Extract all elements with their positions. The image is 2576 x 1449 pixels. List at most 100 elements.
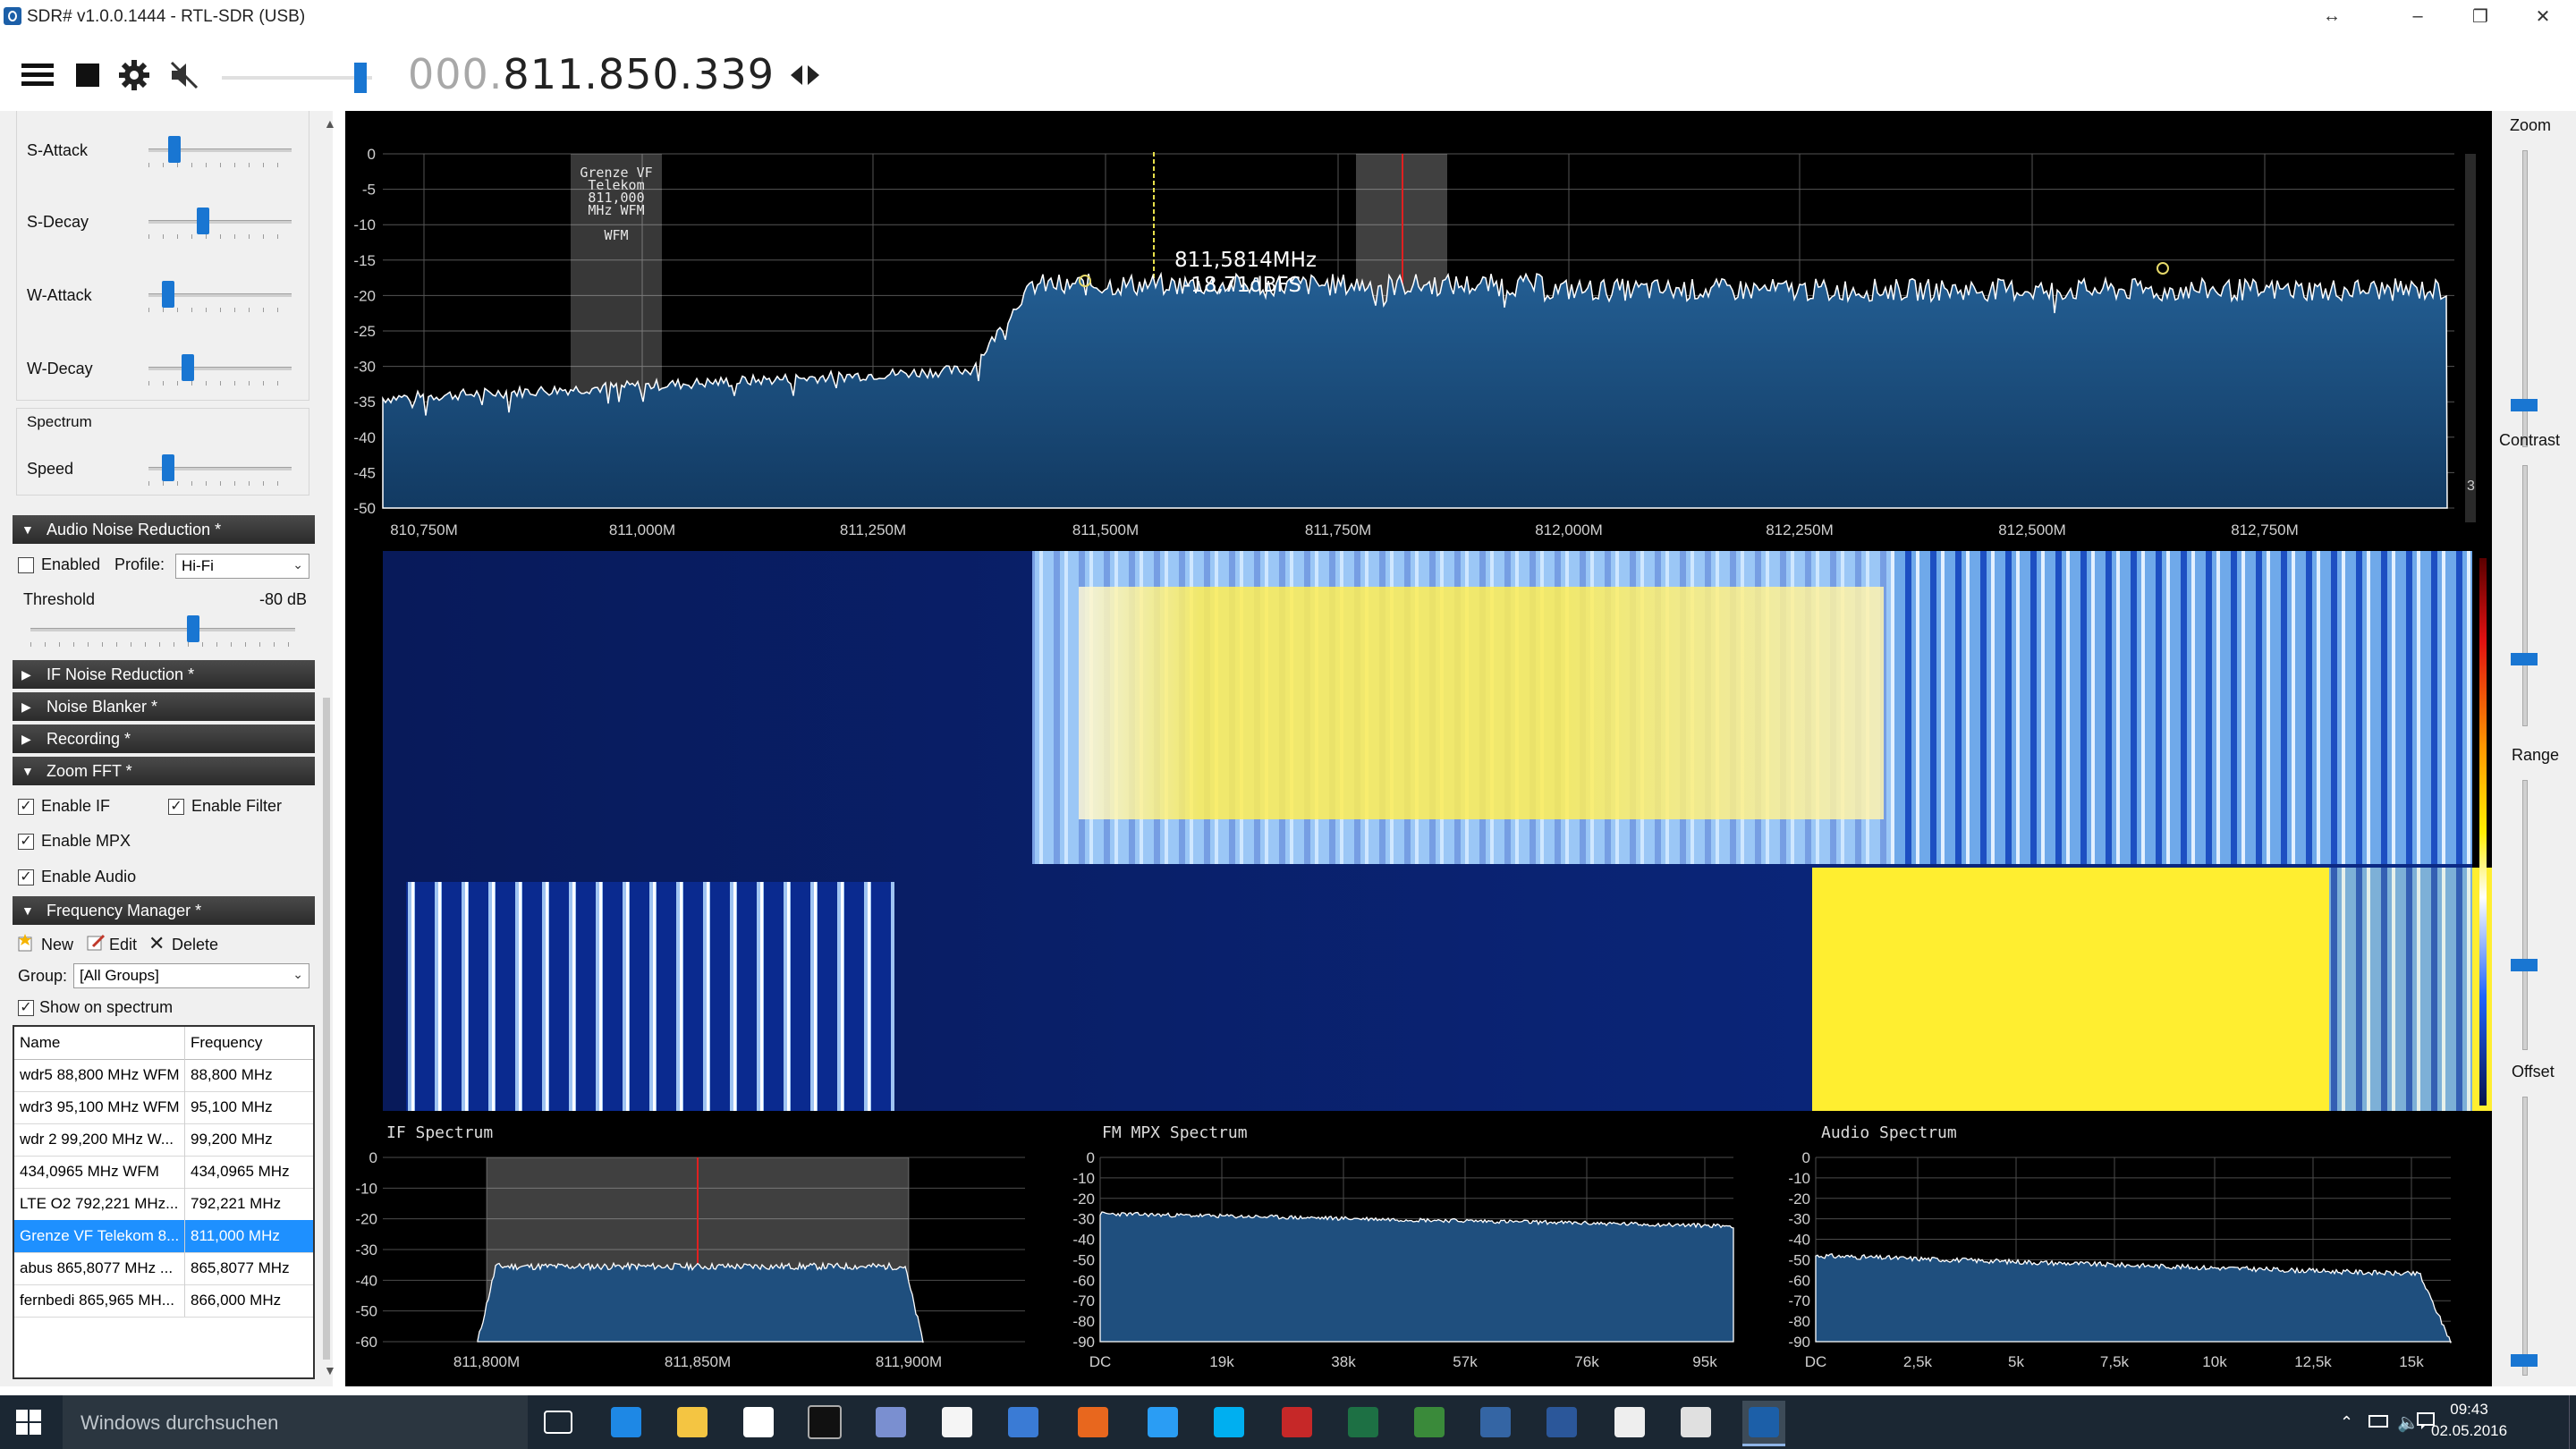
threshold-slider-thumb[interactable]: [186, 615, 199, 642]
menu-icon[interactable]: [20, 57, 55, 93]
table-row[interactable]: 434,0965 MHz WFM 434,0965 MHz: [14, 1156, 313, 1189]
spectrum-x-tick: 812,500M: [1998, 521, 2066, 538]
firefox-icon[interactable]: [1072, 1401, 1114, 1444]
range-slider-track[interactable]: [2522, 780, 2528, 1050]
scroll-down-icon[interactable]: ▼: [324, 1363, 336, 1377]
agc-slider-track[interactable]: [148, 220, 292, 224]
zoom-fft-header[interactable]: ▼ Zoom FFT *: [13, 757, 315, 785]
table-row[interactable]: fernbedi 865,965 MH... 866,000 MHz: [14, 1284, 313, 1318]
close-button[interactable]: ✕: [2512, 0, 2574, 32]
anr-enabled-checkbox[interactable]: [18, 557, 34, 573]
sdrsharp-taskbar-icon[interactable]: [1742, 1401, 1785, 1446]
pdf-reader-icon[interactable]: [1275, 1401, 1318, 1444]
stop-icon[interactable]: [70, 57, 106, 93]
tune-arrows-icon[interactable]: [787, 57, 823, 93]
scroll-up-icon[interactable]: ▲: [324, 116, 336, 131]
agc-slider-thumb[interactable]: [161, 281, 174, 308]
frequency-table: Name Frequency wdr5 88,800 MHz WFM 88,800…: [13, 1025, 315, 1379]
minimize-button[interactable]: –: [2386, 0, 2449, 32]
volume-slider-thumb[interactable]: [353, 63, 367, 93]
spectrum-scrollbar[interactable]: [2465, 154, 2476, 522]
volume-slider-track[interactable]: [222, 76, 372, 80]
table-row[interactable]: wdr 2 99,200 MHz W... 99,200 MHz: [14, 1123, 313, 1157]
agc-slider-thumb[interactable]: [181, 354, 194, 381]
table-row[interactable]: abus 865,8077 MHz ... 865,8077 MHz: [14, 1252, 313, 1285]
enable-audio-checkbox[interactable]: ✓: [18, 869, 34, 886]
table-row[interactable]: Grenze VF Telekom 8... 811,000 MHz: [14, 1220, 313, 1253]
internet-explorer-icon[interactable]: [1141, 1401, 1184, 1444]
task-view-icon[interactable]: [537, 1401, 580, 1444]
waterfall-display[interactable]: [345, 551, 2492, 1111]
panel-y-tick: -70: [1072, 1292, 1095, 1309]
tray-up-arrow-icon[interactable]: ⌃: [2340, 1413, 2353, 1432]
enable-mpx-checkbox[interactable]: ✓: [18, 834, 34, 850]
word-icon[interactable]: [1540, 1401, 1583, 1444]
monitor-tool-icon[interactable]: [1474, 1401, 1517, 1444]
delete-button[interactable]: Delete: [172, 936, 218, 954]
group-select[interactable]: [All Groups] ⌄: [73, 963, 309, 988]
skype-icon[interactable]: [1208, 1401, 1250, 1444]
panel-y-tick: -40: [1788, 1232, 1810, 1249]
table-row[interactable]: LTE O2 792,221 MHz... 792,221 MHz: [14, 1188, 313, 1221]
network-icon[interactable]: [869, 1401, 912, 1444]
speed-slider-thumb[interactable]: [161, 454, 174, 481]
agc-slider-thumb[interactable]: [197, 208, 210, 234]
edit-button[interactable]: Edit: [109, 936, 137, 954]
threshold-slider-track[interactable]: [30, 628, 295, 631]
agc-slider-label: W-Attack: [27, 286, 92, 304]
remote-icon[interactable]: [1002, 1401, 1045, 1444]
offset-slider-track[interactable]: [2522, 1097, 2528, 1376]
enable-filter-checkbox[interactable]: ✓: [168, 799, 184, 815]
spreadsheet-tool-icon[interactable]: [1408, 1401, 1451, 1444]
battery-icon[interactable]: [2368, 1415, 2388, 1428]
edit-icon[interactable]: [86, 934, 106, 952]
offset-slider-thumb[interactable]: [2511, 1354, 2538, 1367]
windows-start-icon[interactable]: [16, 1410, 41, 1439]
calculator-icon[interactable]: [1674, 1401, 1717, 1444]
resize-icon[interactable]: ↔: [2301, 0, 2363, 32]
table-row[interactable]: wdr5 88,800 MHz WFM 88,800 MHz: [14, 1059, 313, 1092]
settings-icon[interactable]: [116, 57, 152, 93]
mute-icon[interactable]: [166, 57, 202, 93]
spectrum-analyzer[interactable]: 0-5-10-15-20-25-30-35-40-45-50 810,750M 8…: [345, 111, 2492, 549]
spectrum-x-tick: 811,000M: [609, 521, 675, 538]
range-slider-thumb[interactable]: [2511, 959, 2538, 971]
taskbar-clock[interactable]: 09:43 02.05.2016: [2431, 1399, 2507, 1442]
file-explorer-icon[interactable]: [671, 1401, 714, 1444]
agc-slider-thumb[interactable]: [167, 136, 181, 163]
noise-blanker-header[interactable]: ▶ Noise Blanker *: [13, 692, 315, 721]
maximize-button[interactable]: ❐: [2449, 0, 2512, 32]
show-desktop-button[interactable]: [2569, 1395, 2576, 1449]
if-spectrum-panel[interactable]: IF Spectrum 0 -10 -20 -30 -40 -50 -60 811,800M 8…: [345, 1114, 1057, 1383]
document-icon[interactable]: [936, 1401, 979, 1444]
audio-spectrum-panel[interactable]: Audio Spectrum 0 -10 -20 -30 -40 -50 -60 -70 -80…: [1776, 1114, 2492, 1383]
recording-header[interactable]: ▶ Recording *: [13, 724, 315, 753]
collapse-arrow-icon: ▶: [21, 731, 31, 746]
profile-select[interactable]: Hi-Fi ⌄: [175, 554, 309, 579]
zoom-slider-thumb[interactable]: [2511, 399, 2538, 411]
table-row[interactable]: wdr3 95,100 MHz WFM 95,100 MHz: [14, 1091, 313, 1124]
edge-icon[interactable]: [605, 1401, 648, 1444]
new-icon[interactable]: [16, 934, 36, 952]
column-header-name[interactable]: Name: [20, 1034, 182, 1052]
excel-icon[interactable]: [1342, 1401, 1385, 1444]
scrollbar-thumb[interactable]: [323, 698, 330, 1360]
column-header-frequency[interactable]: Frequency: [184, 1027, 262, 1059]
store-icon[interactable]: [737, 1401, 780, 1444]
if-noise-reduction-header[interactable]: ▶ IF Noise Reduction *: [13, 660, 315, 689]
contrast-slider-thumb[interactable]: [2511, 653, 2538, 665]
section-title: Noise Blanker *: [47, 697, 158, 716]
frequency-manager-header[interactable]: ▼ Frequency Manager *: [13, 896, 315, 925]
audio-noise-reduction-header[interactable]: ▼ Audio Noise Reduction *: [13, 515, 315, 544]
new-button[interactable]: New: [41, 936, 73, 954]
frequency-display[interactable]: 000.811.850.339: [408, 50, 775, 98]
agc-slider-track[interactable]: [148, 367, 292, 370]
mpx-spectrum-panel[interactable]: FM MPX Spectrum 0 -10 -20 -30 -40 -50 -60 -70 -8…: [1061, 1114, 1773, 1383]
contrast-slider-track[interactable]: [2522, 465, 2528, 726]
photos-icon[interactable]: [1608, 1401, 1651, 1444]
delete-icon[interactable]: ✕: [148, 932, 165, 955]
terminal-icon[interactable]: [803, 1401, 846, 1444]
range-label: Range: [2512, 746, 2560, 764]
show-on-spectrum-checkbox[interactable]: ✓: [18, 1000, 34, 1016]
enable-if-checkbox[interactable]: ✓: [18, 799, 34, 815]
